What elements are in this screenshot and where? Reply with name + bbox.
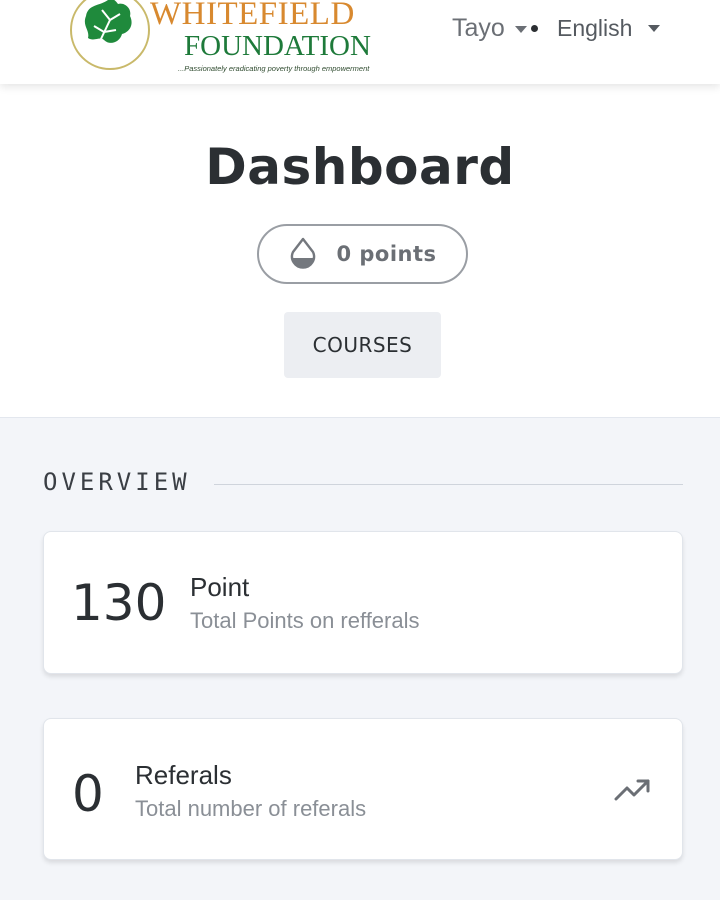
user-menu[interactable]: Tayo (452, 12, 538, 44)
status-dot-icon (530, 24, 538, 32)
language-label: English (557, 14, 633, 41)
courses-button[interactable]: COURSES (284, 312, 441, 378)
referrals-card-title: Referals (135, 760, 232, 790)
referrals-value: 0 (72, 765, 104, 823)
referrals-card-subtitle: Total number of referals (135, 796, 367, 821)
points-badge[interactable]: 0 points (257, 224, 468, 284)
points-value: 130 (71, 574, 167, 632)
chevron-down-icon (514, 25, 527, 33)
language-selector[interactable]: English (557, 12, 661, 44)
trending-up-icon (614, 779, 650, 801)
referrals-card: 0 Referals Total number of referals (43, 718, 683, 860)
page-title: Dashboard (205, 138, 515, 196)
droplet-icon (291, 237, 316, 269)
overview-divider (214, 484, 683, 485)
overview-heading: OVERVIEW (43, 468, 191, 496)
chevron-down-icon (648, 24, 661, 32)
logo[interactable]: WHITEFIELD FOUNDATION ...Passionately er… (68, 0, 418, 82)
leaf-icon (84, 0, 132, 63)
points-card: 130 Point Total Points on refferals (43, 531, 683, 674)
dashboard-hero: Dashboard 0 points COURSES (0, 84, 720, 418)
points-card-subtitle: Total Points on refferals (190, 608, 420, 633)
user-name: Tayo (452, 13, 505, 42)
top-bar: WHITEFIELD FOUNDATION ...Passionately er… (0, 0, 720, 84)
logo-tagline: ...Passionately eradicating poverty thro… (178, 64, 370, 73)
logo-word-foundation: FOUNDATION (184, 30, 371, 62)
points-card-title: Point (190, 572, 250, 602)
logo-word-whitefield: WHITEFIELD (150, 0, 355, 32)
points-badge-label: 0 points (336, 242, 437, 266)
